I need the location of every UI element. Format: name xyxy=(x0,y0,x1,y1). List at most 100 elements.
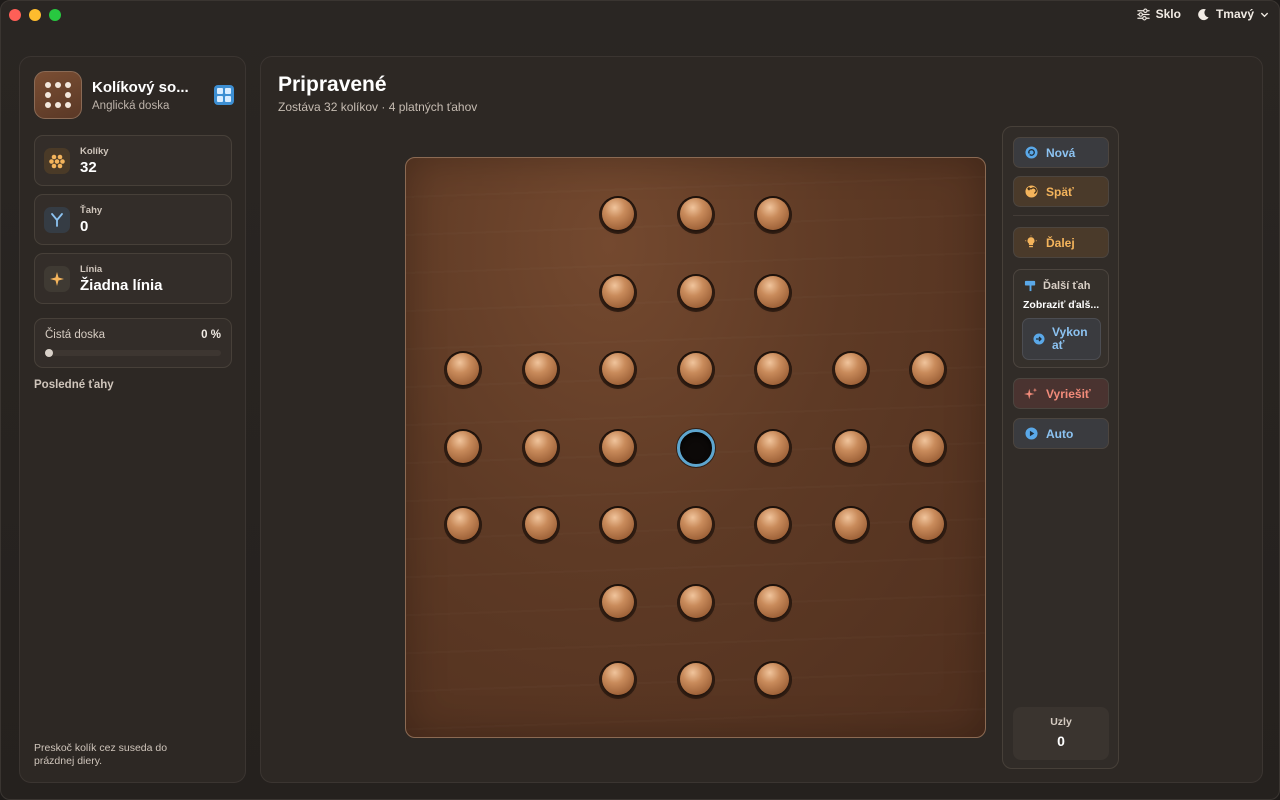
divider xyxy=(1013,215,1109,216)
next-hint-label: Ďalej xyxy=(1046,235,1075,250)
board-peg[interactable] xyxy=(676,506,715,544)
board-peg[interactable] xyxy=(599,661,637,699)
clean-board-card: Čistá doska 0 % xyxy=(34,318,232,368)
board-peg[interactable] xyxy=(831,428,870,467)
peg-ball xyxy=(524,508,557,540)
sidebar: Kolíkový so... Anglická doska Kolíky 32 xyxy=(19,56,246,783)
sliders-icon xyxy=(1136,8,1150,20)
board-peg[interactable] xyxy=(444,351,482,389)
board-peg[interactable] xyxy=(754,583,792,622)
new-game-button[interactable]: Nová xyxy=(1013,137,1109,168)
board-peg[interactable] xyxy=(521,351,560,389)
signpost-icon xyxy=(1024,280,1036,292)
board-peg[interactable] xyxy=(676,583,715,622)
peg-ball xyxy=(757,508,789,540)
board-peg[interactable] xyxy=(754,196,792,234)
board-peg[interactable] xyxy=(754,661,792,699)
board-peg[interactable] xyxy=(754,506,792,544)
line-stat-card: Línia Žiadna línia xyxy=(34,253,232,304)
peg-ball xyxy=(834,430,867,463)
board-peg[interactable] xyxy=(676,351,715,389)
peg-ball xyxy=(602,508,634,540)
board-empty-hole[interactable] xyxy=(676,428,715,467)
board-peg[interactable] xyxy=(599,273,637,312)
lightbulb-icon xyxy=(1024,235,1038,250)
clean-board-progress-bar xyxy=(45,349,221,357)
board-peg[interactable] xyxy=(599,196,637,234)
moon-icon xyxy=(1198,8,1209,20)
peg-ball xyxy=(524,430,557,463)
undo-button[interactable]: Späť xyxy=(1013,176,1109,207)
app-logo-icon xyxy=(34,71,82,119)
refresh-icon xyxy=(1024,146,1038,160)
line-label: Línia xyxy=(80,263,103,275)
board-peg[interactable] xyxy=(909,506,947,544)
clean-board-value: 0 % xyxy=(201,329,221,341)
board-peg[interactable] xyxy=(599,428,637,467)
game-board xyxy=(405,157,986,738)
main-panel: Pripravené Zostáva 32 kolíkov · 4 platný… xyxy=(260,56,1263,783)
next-move-title: Ďalší ťah xyxy=(1043,279,1091,292)
auto-play-button[interactable]: Auto xyxy=(1013,418,1109,449)
undo-label: Späť xyxy=(1046,184,1074,199)
peg-ball xyxy=(757,663,789,695)
maximize-window-button[interactable] xyxy=(49,9,61,21)
board-select-button[interactable] xyxy=(214,85,234,105)
moves-value: 0 xyxy=(80,217,89,235)
board-peg[interactable] xyxy=(831,351,870,389)
pegs-value: 32 xyxy=(80,158,97,176)
peg-ball xyxy=(602,585,634,618)
branch-icon xyxy=(44,206,70,233)
page-title: Pripravené xyxy=(278,73,387,96)
board-peg[interactable] xyxy=(754,273,792,312)
board-peg[interactable] xyxy=(754,351,792,389)
board-peg[interactable] xyxy=(444,428,482,467)
app-header: Kolíkový so... Anglická doska xyxy=(34,71,234,119)
pegs-label: Kolíky xyxy=(80,145,109,157)
sparkles-icon xyxy=(1024,387,1038,401)
board-peg[interactable] xyxy=(521,428,560,467)
peg-ball xyxy=(834,353,867,385)
window-controls xyxy=(9,9,61,21)
board-peg[interactable] xyxy=(676,196,715,234)
line-value: Žiadna línia xyxy=(80,276,163,294)
board-peg[interactable] xyxy=(909,428,947,467)
execute-move-button[interactable]: Vykonať xyxy=(1022,318,1101,360)
board-peg[interactable] xyxy=(754,428,792,467)
board-peg[interactable] xyxy=(599,506,637,544)
board-peg[interactable] xyxy=(676,273,715,312)
close-window-button[interactable] xyxy=(9,9,21,21)
minimize-window-button[interactable] xyxy=(29,9,41,21)
peg-ball xyxy=(757,275,789,308)
peg-ball xyxy=(679,275,712,308)
glass-label: Sklo xyxy=(1155,7,1181,21)
peg-ball xyxy=(912,353,944,385)
next-hint-button[interactable]: Ďalej xyxy=(1013,227,1109,258)
board-peg[interactable] xyxy=(909,351,947,389)
moves-label: Ťahy xyxy=(80,204,103,216)
rule-hint: Preskoč kolík cez suseda do prázdnej die… xyxy=(34,742,168,767)
board-peg[interactable] xyxy=(521,506,560,544)
peg-ball xyxy=(757,585,789,618)
auto-play-label: Auto xyxy=(1046,426,1074,441)
peg-ball xyxy=(602,275,634,308)
peg-ball xyxy=(602,198,634,230)
board-peg[interactable] xyxy=(444,506,482,544)
solve-label: Vyriešiť xyxy=(1046,386,1091,401)
recent-moves-heading: Posledné ťahy xyxy=(34,379,114,391)
peg-ball xyxy=(602,353,634,385)
nodes-counter: Uzly 0 xyxy=(1013,707,1109,760)
peg-ball xyxy=(757,430,789,463)
board-peg[interactable] xyxy=(599,351,637,389)
board-peg[interactable] xyxy=(676,661,715,699)
pegs-stat-card: Kolíky 32 xyxy=(34,135,232,186)
board-peg[interactable] xyxy=(599,583,637,622)
peg-ball xyxy=(602,663,634,695)
pegs-icon xyxy=(44,147,70,174)
next-move-card: Ďalší ťah Zobraziť ďalš... Vykonať xyxy=(1013,269,1109,368)
theme-dropdown[interactable]: Tmavý xyxy=(1197,7,1269,21)
glass-toggle-button[interactable]: Sklo xyxy=(1136,7,1181,21)
peg-ball xyxy=(679,508,712,540)
board-peg[interactable] xyxy=(831,506,870,544)
solve-button[interactable]: Vyriešiť xyxy=(1013,378,1109,409)
